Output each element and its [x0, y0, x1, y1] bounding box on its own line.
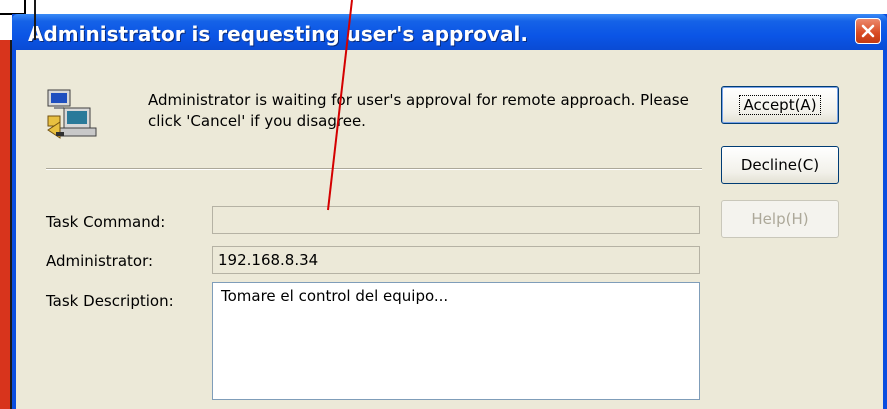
task-description-textarea[interactable]: Tomare el control del equipo...	[212, 282, 700, 400]
dialog-client-area: Administrator is waiting for user's appr…	[16, 50, 883, 409]
computer-network-icon	[47, 89, 97, 139]
divider	[46, 168, 702, 170]
help-button-label: Help(H)	[751, 210, 809, 228]
approval-dialog: Administrator is requesting user's appro…	[12, 14, 887, 409]
administrator-field[interactable]: 192.168.8.34	[212, 246, 700, 274]
accept-button-label: Accept(A)	[739, 95, 821, 115]
accept-button[interactable]: Accept(A)	[721, 86, 839, 124]
administrator-label: Administrator:	[46, 252, 154, 270]
dialog-message: Administrator is waiting for user's appr…	[148, 91, 689, 130]
help-button[interactable]: Help(H)	[721, 200, 839, 238]
title-bar[interactable]: Administrator is requesting user's appro…	[12, 14, 887, 50]
task-command-label: Task Command:	[46, 213, 166, 231]
decline-button-label: Decline(C)	[740, 156, 820, 174]
decline-button[interactable]: Decline(C)	[721, 146, 839, 184]
annotation-corner-box	[0, 0, 26, 15]
task-command-field[interactable]	[212, 206, 700, 234]
dialog-title: Administrator is requesting user's appro…	[28, 22, 528, 46]
close-icon	[861, 24, 875, 38]
task-description-label: Task Description:	[46, 292, 174, 310]
close-button[interactable]	[855, 18, 881, 44]
